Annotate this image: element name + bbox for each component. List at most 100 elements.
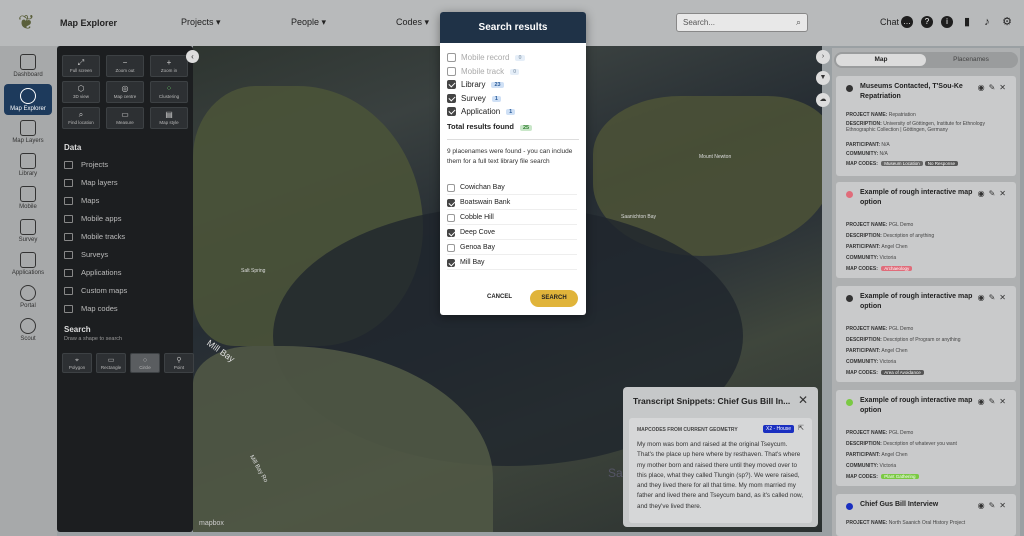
eye-icon[interactable]: ◉ [978,189,989,198]
nav-people[interactable]: People ▾ [291,17,326,28]
map-label: Mount Newton [699,154,732,160]
data-item-map-codes[interactable]: Map codes [64,304,118,313]
checkbox[interactable] [447,258,455,267]
chat-icon[interactable]: … [901,16,913,28]
full-screen-button[interactable]: ⤢ Full screen [62,55,100,77]
app-logo[interactable]: ❦ [18,12,40,34]
close-icon[interactable]: ✕ [999,397,1010,406]
data-item-maps[interactable]: Maps [64,196,99,205]
measure-button[interactable]: ▭ Measure [106,107,144,129]
result-card[interactable]: Example of rough interactive map option … [836,390,1016,486]
eye-icon[interactable]: ◉ [978,293,989,302]
result-card[interactable]: Museums Contacted, T'Sou-Ke Repatriation… [836,76,1016,176]
find-location-button[interactable]: ⌕ Find location [62,107,100,129]
data-item-applications[interactable]: Applications [64,268,121,277]
nav-mobile[interactable]: Mobile [4,186,52,210]
result-card[interactable]: Example of rough interactive map option … [836,182,1016,278]
zoom-in-button[interactable]: + Zoom in [150,55,188,77]
circle-tool[interactable]: ○ Circle [130,353,160,373]
placename-item[interactable]: Genoa Bay [447,241,577,255]
placename-item[interactable]: Deep Cove [447,226,577,240]
data-item-mobile-apps[interactable]: Mobile apps [64,214,121,223]
result-card[interactable]: Chief Gus Bill Interview ◉✎✕ PROJECT NAM… [836,494,1016,536]
card-actions: ◉✎✕ [978,293,1010,302]
data-item-mobile-tracks[interactable]: Mobile tracks [64,232,125,241]
placename-item[interactable]: Mill Bay [447,256,577,270]
nav-map-layers[interactable]: Map Layers [4,120,52,144]
nav-dashboard[interactable]: Dashboard [4,54,52,78]
nav-library[interactable]: Library [4,153,52,177]
edit-icon[interactable]: ✎ [989,83,1000,92]
checkbox[interactable] [447,228,455,237]
clipboard-icon [64,250,73,259]
search-heading: Search [64,325,91,334]
map-centre-button[interactable]: ◎ Map centre [106,81,144,103]
nav-scout[interactable]: Scout [4,318,52,342]
global-search-input[interactable]: Search... ⌕ [676,13,808,32]
close-icon[interactable]: ✕ [999,83,1010,92]
rectangle-tool[interactable]: ▭ Rectangle [96,353,126,373]
cloud-icon[interactable]: ☁ [816,93,830,107]
tab-map[interactable]: Map [836,54,926,66]
checkbox[interactable] [447,80,456,89]
community-field: COMMUNITY: Victoria [846,255,897,261]
chat-label[interactable]: Chat [880,17,899,27]
checkbox[interactable] [447,107,456,116]
ruler-icon: ▭ [121,110,129,119]
tab-placenames[interactable]: Placenames [926,54,1016,66]
map-label: Sa [608,466,623,480]
nav-applications[interactable]: Applications [4,252,52,276]
cancel-button[interactable]: CANCEL [487,294,512,300]
close-icon[interactable]: ✕ [999,501,1010,510]
result-type-application[interactable]: Application 1 [447,107,516,116]
nav-projects[interactable]: Projects ▾ [181,17,221,28]
close-icon[interactable]: ✕ [999,189,1010,198]
checkbox[interactable] [447,94,456,103]
map-style-button[interactable]: ▤ Map style [150,107,188,129]
expand-panel-icon[interactable]: › [816,50,830,64]
placename-item[interactable]: Cobble Hill [447,211,577,225]
bell-icon[interactable]: ♪ [981,16,993,28]
clustering-button[interactable]: ⁘ Clustering [150,81,188,103]
eye-icon[interactable]: ◉ [978,83,989,92]
eye-icon[interactable]: ◉ [978,501,989,510]
edit-icon[interactable]: ✎ [989,397,1000,406]
result-card[interactable]: Example of rough interactive map option … [836,286,1016,382]
nav-codes[interactable]: Codes ▾ [396,17,429,28]
data-item-projects[interactable]: Projects [64,160,108,169]
nav-map-explorer[interactable]: Map Explorer [4,84,52,115]
eye-icon[interactable]: ◉ [978,397,989,406]
placename-item[interactable]: Cowichan Bay [447,181,577,195]
filter-icon[interactable]: ▼ [816,71,830,85]
result-type-library[interactable]: Library 23 [447,80,504,89]
search-icon[interactable]: ⌕ [796,17,801,28]
nav-survey[interactable]: Survey [4,219,52,243]
collapse-panel-icon[interactable]: ‹ [186,50,199,63]
checkbox[interactable] [447,183,455,192]
close-icon[interactable]: ✕ [798,393,808,407]
bookmark-icon[interactable]: ▮ [961,16,973,28]
data-item-custom-maps[interactable]: Custom maps [64,286,127,295]
info-icon[interactable]: i [941,16,953,28]
point-tool[interactable]: ⚲ Point [164,353,194,373]
checkbox[interactable] [447,243,455,252]
map-tools-panel: ⤢ Full screen − Zoom out + Zoom in ⬡ 3D view… [57,46,194,532]
data-item-surveys[interactable]: Surveys [64,250,108,259]
help-icon[interactable]: ? [921,16,933,28]
nav-portal[interactable]: Portal [4,285,52,309]
edit-icon[interactable]: ✎ [989,189,1000,198]
result-type-survey[interactable]: Survey 1 [447,94,501,103]
polygon-tool[interactable]: ⌖ Polygon [62,353,92,373]
close-icon[interactable]: ✕ [999,293,1010,302]
data-item-map-layers[interactable]: Map layers [64,178,118,187]
edit-icon[interactable]: ✎ [989,501,1000,510]
gear-icon[interactable]: ⚙ [1001,16,1013,28]
zoom-out-button[interactable]: − Zoom out [106,55,144,77]
search-button[interactable]: SEARCH [530,290,578,307]
external-link-icon[interactable]: ⇱ [798,424,804,432]
checkbox[interactable] [447,213,455,222]
checkbox[interactable] [447,198,455,207]
edit-icon[interactable]: ✎ [989,293,1000,302]
placename-item[interactable]: Boatswain Bank [447,196,577,210]
3d-view-button[interactable]: ⬡ 3D view [62,81,100,103]
